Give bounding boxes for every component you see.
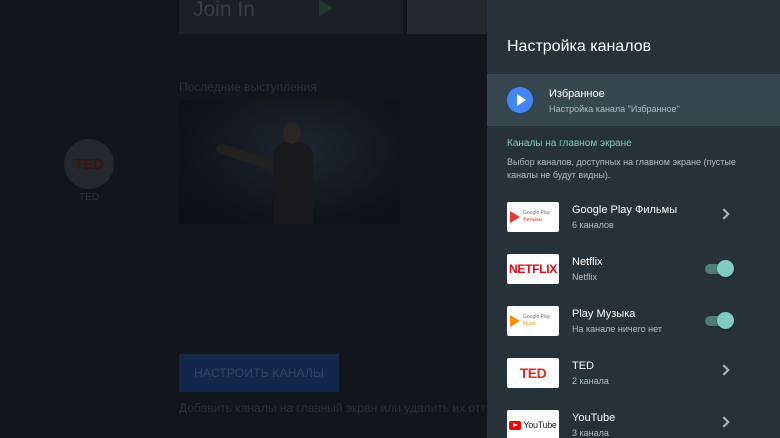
recent-talks-title: Последние выступления	[179, 80, 317, 94]
favorites-subtitle: Настройка канала "Избранное"	[549, 104, 680, 114]
channel-subtitle: 3 канала	[572, 428, 609, 438]
channel-title: Netflix	[572, 256, 603, 268]
ted-channel-logo-text: TED	[74, 155, 104, 173]
logo-line1: Google Play	[523, 210, 551, 216]
youtube-logo: YouTube	[507, 410, 559, 438]
panel-title: Настройка каналов	[507, 38, 652, 55]
favorites-title: Избранное	[549, 88, 605, 100]
chevron-right-icon	[718, 416, 730, 428]
channel-subtitle: На канале ничего нет	[572, 324, 662, 334]
background-card	[407, 0, 487, 34]
play-triangle-icon	[510, 211, 520, 223]
google-play-movies-logo: Google Play Фильмы	[507, 202, 559, 232]
configure-channels-hint: Добавить каналы на главный экран или уда…	[179, 401, 487, 415]
toggle-thumb	[717, 312, 734, 329]
google-play-music-logo: Google Play Music	[507, 306, 559, 336]
ted-channel-label: TED	[79, 192, 99, 203]
netflix-toggle[interactable]	[705, 260, 734, 277]
speaker-body	[273, 142, 313, 224]
favorites-row[interactable]: Избранное Настройка канала "Избранное"	[487, 74, 780, 126]
speaker-head	[283, 122, 301, 144]
channel-row-ted[interactable]: TED TED 2 канала	[487, 348, 780, 400]
logo-line2: Фильмы	[523, 217, 543, 223]
play-arrow-icon	[319, 0, 333, 16]
logo-line1: Google Play	[523, 314, 551, 320]
background-screen: Join In Последние выступления TED TED НА…	[0, 0, 487, 438]
toggle-thumb	[717, 260, 734, 277]
ted-logo-text: TED	[519, 365, 547, 381]
ted-channel-logo: TED	[64, 139, 114, 189]
channel-row-play-music[interactable]: Google Play Music Play Музыка На канале …	[487, 296, 780, 348]
channel-title: TED	[572, 360, 594, 372]
ted-logo: TED	[507, 358, 559, 388]
join-in-card: Join In	[179, 0, 403, 34]
channel-row-netflix[interactable]: NETFLIX Netflix Netflix	[487, 244, 780, 296]
recent-talk-thumbnail	[179, 100, 400, 224]
youtube-play-icon	[509, 420, 522, 430]
configure-channels-button: НАСТРОИТЬ КАНАЛЫ	[179, 354, 339, 392]
play-triangle-icon	[510, 315, 520, 327]
join-in-text: Join In	[193, 0, 255, 21]
channel-subtitle: 6 каналов	[572, 220, 614, 230]
logo-line2: Music	[523, 321, 537, 327]
channel-settings-panel: Настройка каналов Избранное Настройка ка…	[487, 0, 780, 438]
chevron-right-icon	[718, 208, 730, 220]
channel-subtitle: Netflix	[572, 272, 598, 282]
channel-title: Google Play Фильмы	[572, 204, 678, 216]
home-channels-section-title: Каналы на главном экране	[507, 138, 632, 149]
channel-title: Play Музыка	[572, 308, 636, 320]
channel-row-google-play-movies[interactable]: Google Play Фильмы Google Play Фильмы 6 …	[487, 192, 780, 244]
channel-subtitle: 2 канала	[572, 376, 609, 386]
play-music-toggle[interactable]	[705, 312, 734, 329]
netflix-logo-text: NETFLIX	[509, 262, 557, 276]
home-channels-section-description: Выбор каналов, доступных на главном экра…	[507, 157, 736, 180]
channel-row-youtube[interactable]: YouTube YouTube 3 канала	[487, 400, 780, 438]
chevron-right-icon	[718, 364, 730, 376]
channel-title: YouTube	[572, 412, 616, 424]
play-circle-icon	[507, 87, 533, 113]
speaker-arm	[214, 142, 278, 172]
netflix-logo: NETFLIX	[507, 254, 559, 284]
youtube-logo-text: YouTube	[523, 420, 557, 430]
